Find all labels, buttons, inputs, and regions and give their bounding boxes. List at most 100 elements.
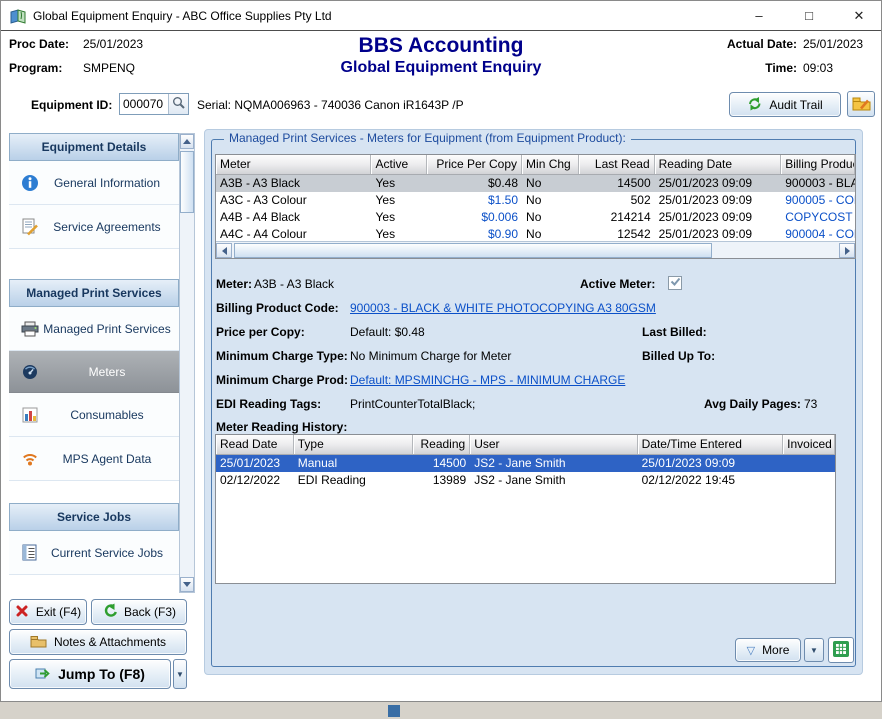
maximize-button[interactable]: □ xyxy=(787,1,831,30)
column-header-meter[interactable]: Meter xyxy=(216,155,371,174)
sidebar-header-managed-print-services: Managed Print Services xyxy=(9,279,179,307)
cell-type: EDI Reading xyxy=(294,472,414,489)
scroll-left-button[interactable] xyxy=(216,243,232,258)
exit-button[interactable]: Exit (F4) xyxy=(9,599,87,625)
equipment-id-field xyxy=(119,93,189,115)
export-excel-button[interactable] xyxy=(828,637,854,663)
back-button[interactable]: Back (F3) xyxy=(91,599,187,625)
scroll-right-button[interactable] xyxy=(839,243,855,258)
cell-last-read: 14500 xyxy=(579,175,655,192)
column-header-last-read[interactable]: Last Read xyxy=(579,155,655,174)
column-header-user[interactable]: User xyxy=(470,435,637,454)
minimum-charge-prod-link[interactable]: Default: MPSMINCHG - MPS - MINIMUM CHARG… xyxy=(350,373,625,387)
scrollbar-thumb[interactable] xyxy=(234,243,712,258)
sidebar-item-label: MPS Agent Data xyxy=(37,452,152,466)
column-header-billing-product[interactable]: Billing Produc xyxy=(781,155,855,174)
agreement-doc-icon xyxy=(20,217,40,237)
sidebar-item-mps-agent-data[interactable]: MPS Agent Data xyxy=(9,437,179,481)
cell-active: Yes xyxy=(372,209,428,226)
column-header-datetime-entered[interactable]: Date/Time Entered xyxy=(638,435,784,454)
equipment-id-input[interactable] xyxy=(120,94,168,114)
scroll-down-button[interactable] xyxy=(180,577,194,592)
meter-label: Meter: xyxy=(216,277,252,291)
meters-table: Meter Active Price Per Copy Min Chg Last… xyxy=(215,154,856,259)
jump-to-button[interactable]: Jump To (F8) xyxy=(9,659,171,689)
meters-table-row[interactable]: A3B - A3 Black Yes $0.48 No 14500 25/01/… xyxy=(216,175,855,192)
history-row[interactable]: 25/01/2023 Manual 14500 JS2 - Jane Smith… xyxy=(216,455,835,472)
notes-attachments-label: Notes & Attachments xyxy=(54,635,166,649)
cell-price[interactable]: $1.50 xyxy=(427,192,522,209)
cell-billing-product[interactable]: COPYCOST - xyxy=(781,209,855,226)
group-title: Managed Print Services - Meters for Equi… xyxy=(224,131,631,145)
scrollbar-thumb[interactable] xyxy=(180,151,194,213)
edi-reading-tags-label: EDI Reading Tags: xyxy=(216,397,321,411)
meters-table-row[interactable]: A4B - A4 Black Yes $0.006 No 214214 25/0… xyxy=(216,209,855,226)
serial-text: Serial: NQMA006963 - 740036 Canon iR1643… xyxy=(197,98,464,112)
minimum-charge-type-value: No Minimum Charge for Meter xyxy=(350,349,511,363)
attachments-edit-button[interactable] xyxy=(847,91,875,117)
background-taskbar-icon xyxy=(388,705,400,717)
audit-trail-button[interactable]: Audit Trail xyxy=(729,92,841,117)
sidebar-item-managed-print-services[interactable]: Managed Print Services xyxy=(9,307,179,351)
sidebar-item-current-service-jobs[interactable]: Current Service Jobs xyxy=(9,531,179,575)
column-header-reading-date[interactable]: Reading Date xyxy=(655,155,782,174)
minimize-button[interactable]: – xyxy=(737,1,781,30)
meter-value: A3B - A3 Black xyxy=(254,277,334,291)
scroll-up-button[interactable] xyxy=(180,134,194,149)
cell-min-chg: No xyxy=(522,175,579,192)
bar-chart-icon xyxy=(20,405,40,425)
active-meter-checkbox[interactable] xyxy=(668,276,682,290)
jump-to-dropdown-button[interactable]: ▼ xyxy=(173,659,187,689)
meters-table-row[interactable]: A3C - A3 Colour Yes $1.50 No 502 25/01/2… xyxy=(216,192,855,209)
sidebar-header-equipment-details: Equipment Details xyxy=(9,133,179,161)
column-header-min-chg[interactable]: Min Chg xyxy=(522,155,579,174)
more-dropdown-button[interactable]: ▼ xyxy=(804,638,824,662)
meter-gauge-icon xyxy=(20,362,40,382)
cell-reading: 13989 xyxy=(413,472,470,489)
column-header-invoiced[interactable]: Invoiced xyxy=(783,435,835,454)
sidebar-item-consumables[interactable]: Consumables xyxy=(9,393,179,437)
history-row[interactable]: 02/12/2022 EDI Reading 13989 JS2 - Jane … xyxy=(216,472,835,489)
equipment-search-button[interactable] xyxy=(168,94,188,114)
column-header-read-date[interactable]: Read Date xyxy=(216,435,294,454)
meters-table-header: Meter Active Price Per Copy Min Chg Last… xyxy=(216,155,855,175)
notes-folder-icon xyxy=(30,634,47,651)
cell-min-chg: No xyxy=(522,192,579,209)
billing-product-code-label: Billing Product Code: xyxy=(216,301,339,315)
meters-groupbox: Managed Print Services - Meters for Equi… xyxy=(211,139,856,667)
meter-reading-history-table: Read Date Type Reading User Date/Time En… xyxy=(215,434,836,584)
sidebar-item-label: Current Service Jobs xyxy=(25,546,163,560)
notes-attachments-button[interactable]: Notes & Attachments xyxy=(9,629,187,655)
sidebar-scrollbar[interactable] xyxy=(179,133,195,593)
cell-read-date: 02/12/2022 xyxy=(216,472,294,489)
cell-billing-product[interactable]: 900003 - BLA xyxy=(781,175,855,192)
close-button[interactable]: ✕ xyxy=(837,1,881,30)
sidebar-item-meters[interactable]: Meters xyxy=(9,351,179,393)
cell-user: JS2 - Jane Smith xyxy=(470,472,637,489)
column-header-reading[interactable]: Reading xyxy=(413,435,470,454)
column-header-price-per-copy[interactable]: Price Per Copy xyxy=(427,155,522,174)
cell-datetime-entered: 02/12/2022 19:45 xyxy=(638,472,784,489)
more-button[interactable]: ▽ More xyxy=(735,638,801,662)
sidebar-item-service-agreements[interactable]: Service Agreements xyxy=(9,205,179,249)
back-button-label: Back (F3) xyxy=(124,605,176,619)
window-title: Global Equipment Enquiry - ABC Office Su… xyxy=(33,1,332,31)
cell-price[interactable]: $0.48 xyxy=(427,175,522,192)
back-arrow-icon xyxy=(102,603,117,621)
jump-to-label: Jump To (F8) xyxy=(58,666,145,682)
sidebar-spacer xyxy=(9,249,179,279)
meters-table-hscrollbar[interactable] xyxy=(216,241,855,258)
actual-date-label: Actual Date: xyxy=(721,37,797,51)
column-header-active[interactable]: Active xyxy=(371,155,427,174)
sidebar-item-general-information[interactable]: General Information xyxy=(9,161,179,205)
cell-billing-product[interactable]: 900005 - COL xyxy=(781,192,855,209)
sidebar-item-label: Service Agreements xyxy=(27,220,160,234)
column-header-type[interactable]: Type xyxy=(294,435,414,454)
cell-price[interactable]: $0.006 xyxy=(427,209,522,226)
folder-edit-icon xyxy=(852,95,871,114)
printer-icon xyxy=(20,319,40,339)
cell-last-read: 502 xyxy=(579,192,655,209)
billing-product-code-link[interactable]: 900003 - BLACK & WHITE PHOTOCOPYING A3 8… xyxy=(350,301,656,315)
dropdown-arrow-icon: ▼ xyxy=(810,646,818,655)
cell-reading-date: 25/01/2023 09:09 xyxy=(655,175,782,192)
